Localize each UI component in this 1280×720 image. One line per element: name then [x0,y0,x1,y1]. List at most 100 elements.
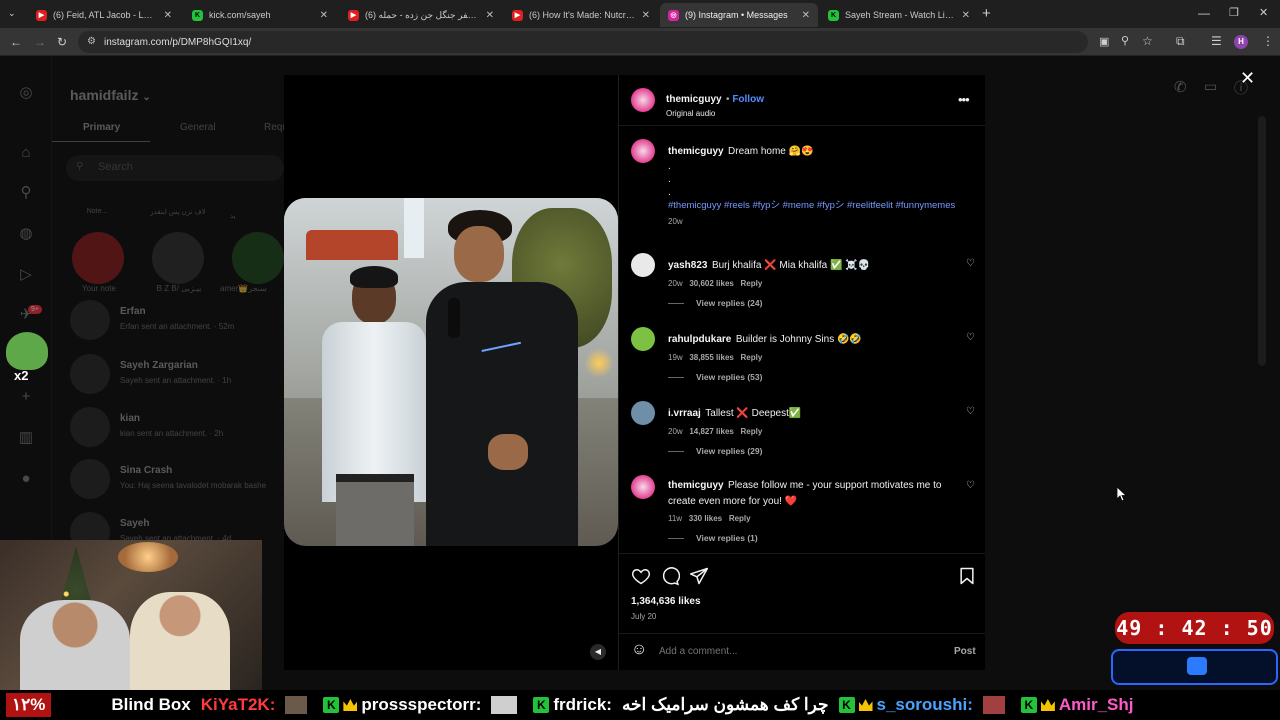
like-comment-icon[interactable]: ♡ [966,406,975,417]
site-info-icon[interactable]: ⚙ [87,36,96,47]
commenter-username[interactable]: yash823 [668,260,707,271]
close-tab-icon[interactable]: ✕ [320,10,328,21]
back-icon[interactable]: ← [10,35,22,49]
cast-icon[interactable]: ▣ [1099,35,1109,48]
instagram-logo-icon[interactable]: ◎ [17,84,35,102]
dm-search-input[interactable]: ⚲ Search [66,155,284,181]
comment-likes[interactable]: 330 likes [689,514,722,523]
save-bookmark-icon[interactable] [957,566,977,586]
emoji-icon[interactable]: ☺ [631,641,647,659]
author-avatar[interactable] [631,88,655,112]
zoom-icon[interactable]: ⚲ [1121,34,1129,47]
caption-username[interactable]: themicguyy [668,146,724,157]
scrollbar[interactable] [1258,116,1266,366]
dm-thread-row[interactable]: Sina Crash You: Haj seena tavalodet mobar… [66,457,284,501]
forward-icon[interactable]: → [34,35,46,49]
tab-primary[interactable]: Primary [83,122,120,133]
browser-tab-youtube-nutcrackers[interactable]: ▶ (6) How It's Made: Nutcrackers ✕ [504,3,658,27]
home-icon[interactable]: ⌂ [17,144,35,162]
comment-icon[interactable] [660,566,680,586]
video-call-icon[interactable]: ▭ [1204,78,1217,95]
profile-avatar[interactable]: H [1234,35,1248,49]
dm-thread-row[interactable]: kian kian sent an attachment. · 2h [66,405,284,449]
browser-tab-kick[interactable]: K kick.com/sayeh ✕ [184,3,336,27]
commenter-username[interactable]: themicguyy [668,480,724,491]
donation-widget[interactable] [1111,649,1278,685]
like-count[interactable]: 1,364,636 likes [631,596,701,607]
create-icon[interactable]: + [17,388,35,406]
like-comment-icon[interactable]: ♡ [966,480,975,491]
notification-badge: 9+ [28,305,42,314]
close-tab-icon[interactable]: ✕ [962,10,970,21]
reply-button[interactable]: Reply [729,514,751,523]
dashboard-icon[interactable]: ▥ [17,429,35,447]
tab-general[interactable]: General [180,122,216,133]
author-username[interactable]: themicguyy [666,94,722,105]
more-options-icon[interactable]: ••• [958,92,970,107]
close-tab-icon[interactable]: ✕ [642,10,650,21]
view-replies-button[interactable]: View replies (1) [668,533,758,543]
close-tab-icon[interactable]: ✕ [486,10,494,21]
address-bar[interactable]: ⚙ instagram.com/p/DMP8hGQI1xq/ [78,31,1088,53]
extensions-icon[interactable]: ⧉ [1176,34,1185,49]
view-replies-button[interactable]: View replies (29) [668,446,762,456]
reel-media-pane[interactable]: ◀ [284,75,618,670]
minimize-window-icon[interactable]: — [1198,6,1210,20]
reply-button[interactable]: Reply [741,279,763,288]
browser-tab-instagram[interactable]: ◎ (9) Instagram • Messages ✕ [660,3,818,27]
like-comment-icon[interactable]: ♡ [966,332,975,343]
browser-menu-icon[interactable]: ⋮ [1262,34,1274,48]
reel-video[interactable] [284,198,618,546]
explore-icon[interactable]: ◍ [17,225,35,243]
add-comment-input[interactable] [659,643,919,659]
author-avatar[interactable] [631,139,655,163]
restore-window-icon[interactable]: ❐ [1229,6,1239,19]
search-icon[interactable]: ⚲ [17,184,35,202]
close-tab-icon[interactable]: ✕ [164,10,172,21]
close-tab-icon[interactable]: ✕ [802,10,810,21]
comment-likes[interactable]: 38,855 likes [689,353,733,362]
view-replies-button[interactable]: View replies (53) [668,372,762,382]
avatar[interactable] [152,232,204,284]
new-tab-button[interactable]: + [982,5,991,22]
mute-button[interactable]: ◀ [590,644,606,660]
commenter-avatar[interactable] [631,253,655,277]
browser-tab-youtube-persian[interactable]: ▶ (6) آغاز سفر جنگل جن زده - حمله ✕ [340,3,502,27]
commenter-avatar[interactable] [631,475,655,499]
comment-likes[interactable]: 30,602 likes [689,279,733,288]
reply-button[interactable]: Reply [741,353,763,362]
avatar[interactable] [232,232,284,284]
like-comment-icon[interactable]: ♡ [966,258,975,269]
tab-search-menu-icon[interactable]: ☰ [1211,34,1222,48]
note-bubble[interactable]: Note... [72,208,122,215]
commenter-avatar[interactable] [631,327,655,351]
post-comment-button[interactable]: Post [954,646,976,657]
bookmark-star-icon[interactable]: ☆ [1142,34,1153,48]
note-bubble[interactable]: لاف نزن پس اینقدر [148,208,208,216]
note-bubble[interactable]: ید [230,212,250,220]
browser-tab-youtube-feid[interactable]: ▶ (6) Feid, ATL Jacob - LUNA (Offi ✕ [28,3,180,27]
phone-icon[interactable]: ✆ [1174,78,1187,96]
browser-tab-kick-sayeh[interactable]: K Sayeh Stream - Watch Live on K ✕ [820,3,978,27]
follow-button[interactable]: Follow [732,94,764,105]
account-switcher[interactable]: hamidfailz ⌄ [70,87,151,103]
view-replies-button[interactable]: View replies (24) [668,298,762,308]
audio-label[interactable]: Original audio [666,109,764,118]
close-modal-icon[interactable]: ✕ [1240,68,1255,89]
commenter-username[interactable]: rahulpdukare [668,334,731,345]
caption-hashtags[interactable]: #themicguyy #reels #fypシ #meme #fypシ #re… [668,199,968,213]
avatar[interactable] [72,232,124,284]
comment-likes[interactable]: 14,827 likes [689,427,733,436]
close-window-icon[interactable]: ✕ [1259,6,1268,19]
tab-search-icon[interactable]: ⌄ [8,8,16,19]
like-heart-icon[interactable] [631,566,651,586]
dm-thread-row[interactable]: Erfan Erfan sent an attachment. · 52m [66,298,284,342]
share-icon[interactable] [689,566,709,586]
commenter-username[interactable]: i.vrraaj [668,408,701,419]
reply-button[interactable]: Reply [741,427,763,436]
reload-icon[interactable]: ↻ [57,35,67,49]
dm-thread-row[interactable]: Sayeh Zargarian Sayeh sent an attachment.… [66,352,284,396]
reels-icon[interactable]: ▷ [17,266,35,284]
commenter-avatar[interactable] [631,401,655,425]
profile-icon[interactable]: ● [17,470,35,488]
